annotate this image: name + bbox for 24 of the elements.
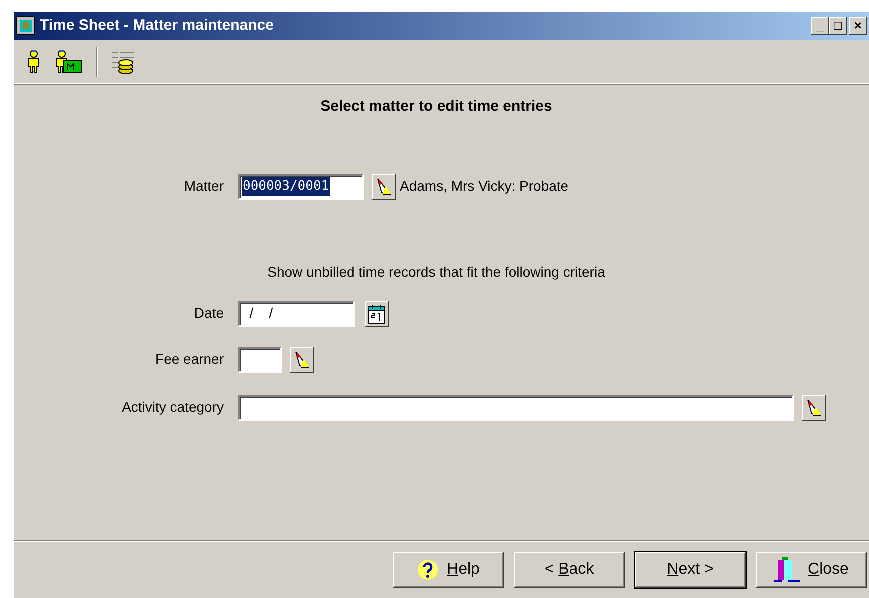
- matter-description: Adams, Mrs Vicky: Probate: [400, 177, 569, 196]
- matter-field[interactable]: 000003/0001: [238, 174, 364, 200]
- next-button[interactable]: Next >: [635, 552, 746, 588]
- help-icon: [417, 558, 440, 580]
- person-icon[interactable]: [26, 48, 42, 74]
- criteria-caption: Show unbilled time records that fit the following criteria: [266, 262, 606, 282]
- date-field[interactable]: / /: [238, 300, 355, 326]
- back-button[interactable]: < Back: [514, 552, 625, 588]
- minimize-button[interactable]: _: [811, 17, 829, 35]
- person-folder-icon[interactable]: [54, 48, 84, 74]
- close-button[interactable]: Close: [756, 552, 867, 588]
- input-field[interactable]: [238, 394, 794, 420]
- door-icon: [774, 556, 800, 583]
- input-field[interactable]: [238, 346, 282, 372]
- field-label: Matter: [183, 177, 224, 196]
- app-icon: [16, 16, 36, 36]
- field-label: Fee earner: [154, 350, 224, 369]
- form-heading: Select matter to edit time entries: [320, 97, 554, 117]
- window-title: Time Sheet - Matter maintenance: [40, 16, 274, 36]
- field-label: Activity category: [121, 398, 224, 417]
- field-label: Date: [193, 304, 224, 323]
- close-button[interactable]: ×: [849, 17, 867, 35]
- help-button[interactable]: Help: [393, 552, 504, 588]
- maximize-button[interactable]: □: [829, 17, 847, 35]
